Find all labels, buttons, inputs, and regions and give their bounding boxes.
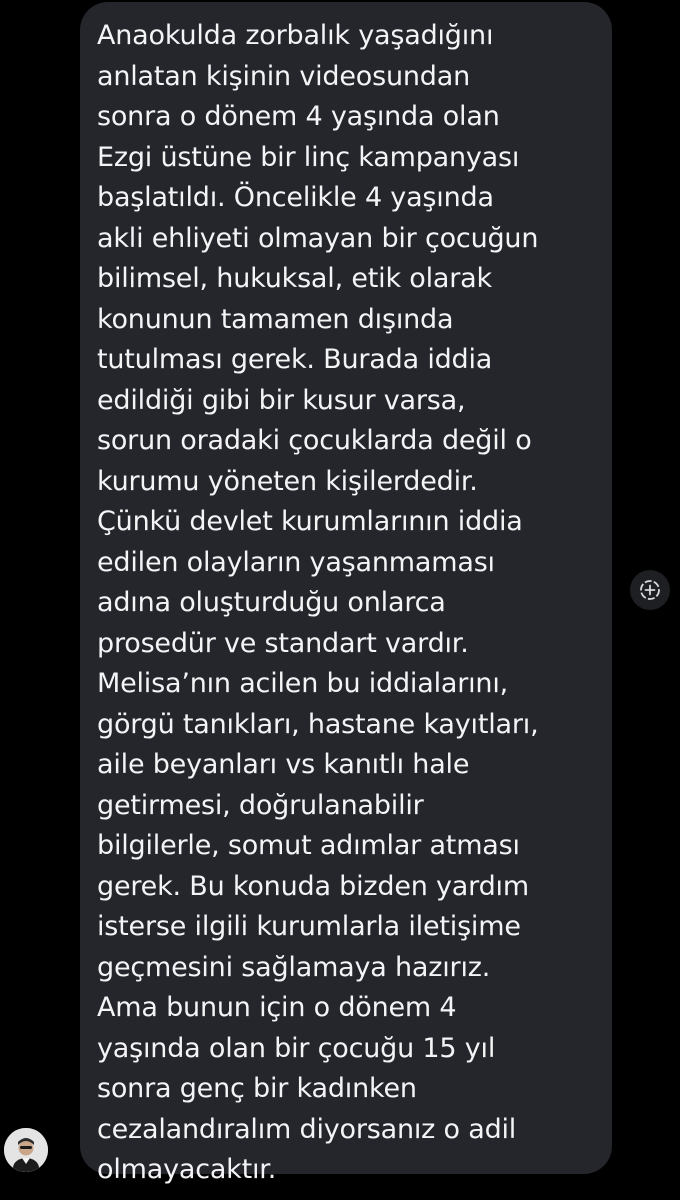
message-text: Anaokulda zorbalık yaşadığını anlatan ki… xyxy=(97,20,539,1185)
chat-screen: Anaokulda zorbalık yaşadığını anlatan ki… xyxy=(0,0,680,1200)
add-reaction-button[interactable] xyxy=(630,570,670,610)
add-reaction-icon xyxy=(640,580,660,600)
message-bubble[interactable]: Anaokulda zorbalık yaşadığını anlatan ki… xyxy=(80,2,612,1185)
sender-avatar[interactable] xyxy=(4,1128,48,1172)
user-avatar-icon xyxy=(4,1128,48,1172)
